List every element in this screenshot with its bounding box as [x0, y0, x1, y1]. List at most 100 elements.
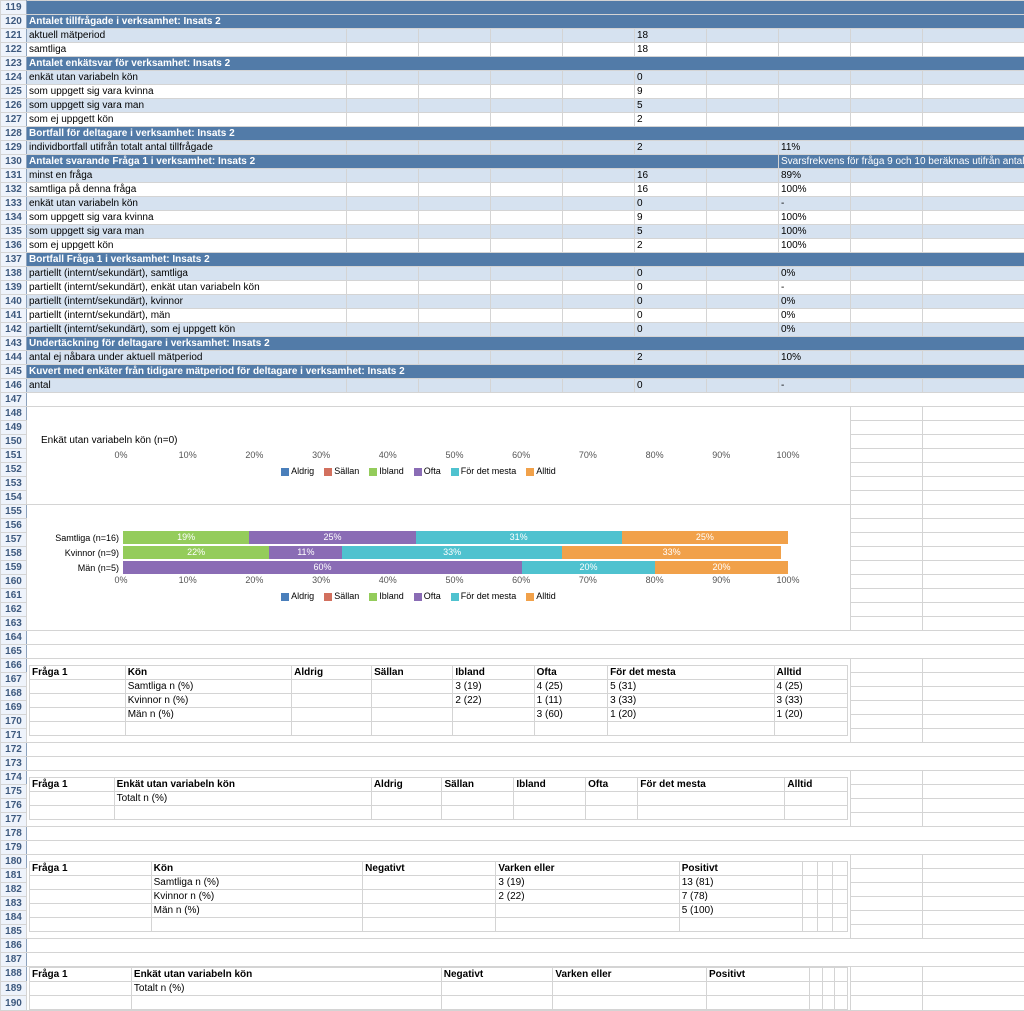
row-header[interactable]: 132: [1, 183, 27, 197]
cell[interactable]: 0: [635, 281, 707, 295]
cell[interactable]: som uppgett sig vara man: [27, 99, 347, 113]
cell[interactable]: -: [779, 197, 851, 211]
row-header[interactable]: 125: [1, 85, 27, 99]
cell[interactable]: 0%: [779, 323, 851, 337]
row-header[interactable]: 143: [1, 337, 27, 351]
row-header[interactable]: 130: [1, 155, 27, 169]
row-header[interactable]: 175: [1, 785, 27, 799]
row-header[interactable]: 170: [1, 715, 27, 729]
row-header[interactable]: 186: [1, 939, 27, 953]
cell[interactable]: som uppgett sig vara kvinna: [27, 85, 347, 99]
cell[interactable]: som uppgett sig vara kvinna: [27, 211, 347, 225]
cell[interactable]: som ej uppgett kön: [27, 113, 347, 127]
cell[interactable]: -: [779, 379, 851, 393]
row-header[interactable]: 189: [1, 981, 27, 996]
row-header[interactable]: 122: [1, 43, 27, 57]
row-header[interactable]: 188: [1, 967, 27, 982]
row-header[interactable]: 187: [1, 953, 27, 967]
cell[interactable]: 5: [635, 99, 707, 113]
row-header[interactable]: 148: [1, 407, 27, 421]
cell[interactable]: samtliga: [27, 43, 347, 57]
cell[interactable]: samtliga på denna fråga: [27, 183, 347, 197]
row-header[interactable]: 163: [1, 617, 27, 631]
row-header[interactable]: 139: [1, 281, 27, 295]
cell[interactable]: antal ej nåbara under aktuell mätperiod: [27, 351, 347, 365]
cell[interactable]: 16: [635, 169, 707, 183]
row-header[interactable]: 172: [1, 743, 27, 757]
row-header[interactable]: 144: [1, 351, 27, 365]
row-header[interactable]: 190: [1, 996, 27, 1011]
row-header[interactable]: 161: [1, 589, 27, 603]
cell[interactable]: 0%: [779, 295, 851, 309]
cell[interactable]: enkät utan variabeln kön: [27, 71, 347, 85]
cell[interactable]: partiellt (internt/sekundärt), samtliga: [27, 267, 347, 281]
row-header[interactable]: 146: [1, 379, 27, 393]
row-header[interactable]: 149: [1, 421, 27, 435]
cell[interactable]: 0: [635, 309, 707, 323]
row-header[interactable]: 159: [1, 561, 27, 575]
row-header[interactable]: 176: [1, 799, 27, 813]
cell[interactable]: 100%: [779, 183, 851, 197]
cell[interactable]: partiellt (internt/sekundärt), som ej up…: [27, 323, 347, 337]
row-header[interactable]: 127: [1, 113, 27, 127]
row-header[interactable]: 133: [1, 197, 27, 211]
row-header[interactable]: 154: [1, 491, 27, 505]
row-header[interactable]: 174: [1, 771, 27, 785]
row-header[interactable]: 169: [1, 701, 27, 715]
cell[interactable]: 0: [635, 323, 707, 337]
cell[interactable]: individbortfall utifrån totalt antal til…: [27, 141, 347, 155]
row-header[interactable]: 150: [1, 435, 27, 449]
row-header[interactable]: 141: [1, 309, 27, 323]
cell[interactable]: 2: [635, 141, 707, 155]
cell[interactable]: 0: [635, 295, 707, 309]
row-header[interactable]: 140: [1, 295, 27, 309]
cell[interactable]: som uppgett sig vara man: [27, 225, 347, 239]
cell[interactable]: enkät utan variabeln kön: [27, 197, 347, 211]
row-header[interactable]: 121: [1, 29, 27, 43]
row-header[interactable]: 135: [1, 225, 27, 239]
cell[interactable]: partiellt (internt/sekundärt), kvinnor: [27, 295, 347, 309]
cell[interactable]: -: [779, 281, 851, 295]
row-header[interactable]: 142: [1, 323, 27, 337]
cell[interactable]: 9: [635, 85, 707, 99]
row-header[interactable]: 134: [1, 211, 27, 225]
row-header[interactable]: 152: [1, 463, 27, 477]
cell[interactable]: 0%: [779, 267, 851, 281]
cell[interactable]: 89%: [779, 169, 851, 183]
row-header[interactable]: 185: [1, 925, 27, 939]
row-header[interactable]: 136: [1, 239, 27, 253]
row-header[interactable]: 162: [1, 603, 27, 617]
row-header[interactable]: 177: [1, 813, 27, 827]
row-header[interactable]: 126: [1, 99, 27, 113]
cell[interactable]: 100%: [779, 239, 851, 253]
cell[interactable]: 18: [635, 29, 707, 43]
row-header[interactable]: 178: [1, 827, 27, 841]
row-header[interactable]: 182: [1, 883, 27, 897]
row-header[interactable]: 157: [1, 533, 27, 547]
row-header[interactable]: 151: [1, 449, 27, 463]
cell[interactable]: partiellt (internt/sekundärt), män: [27, 309, 347, 323]
row-header[interactable]: 138: [1, 267, 27, 281]
row-header[interactable]: 168: [1, 687, 27, 701]
row-header[interactable]: 173: [1, 757, 27, 771]
cell[interactable]: partiellt (internt/sekundärt), enkät uta…: [27, 281, 347, 295]
cell[interactable]: 16: [635, 183, 707, 197]
row-header[interactable]: 155: [1, 505, 27, 519]
row-header[interactable]: 164: [1, 631, 27, 645]
cell[interactable]: aktuell mätperiod: [27, 29, 347, 43]
row-header[interactable]: 128: [1, 127, 27, 141]
row-header[interactable]: 166: [1, 659, 27, 673]
cell[interactable]: 10%: [779, 351, 851, 365]
row-header[interactable]: 145: [1, 365, 27, 379]
row-header[interactable]: 181: [1, 869, 27, 883]
cell[interactable]: 0: [635, 379, 707, 393]
row-header[interactable]: 167: [1, 673, 27, 687]
cell[interactable]: 9: [635, 211, 707, 225]
row-header[interactable]: 180: [1, 855, 27, 869]
cell[interactable]: 0: [635, 71, 707, 85]
row-header[interactable]: 123: [1, 57, 27, 71]
row-header[interactable]: 184: [1, 911, 27, 925]
cell[interactable]: minst en fråga: [27, 169, 347, 183]
cell[interactable]: 0: [635, 267, 707, 281]
row-header[interactable]: 153: [1, 477, 27, 491]
